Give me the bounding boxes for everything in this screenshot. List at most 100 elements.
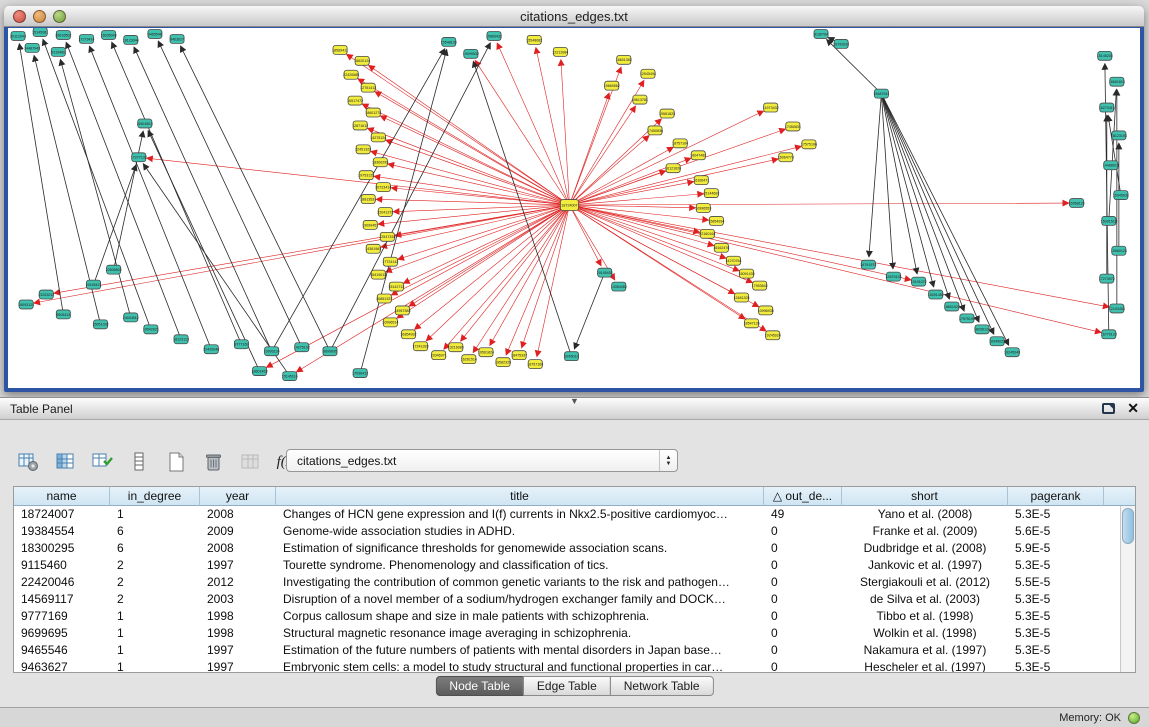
- graph-edge: [426, 205, 569, 341]
- graph-node-label: 18601453: [252, 370, 268, 374]
- table-cell: Wolkin et al. (1998): [842, 625, 1008, 642]
- table-cell: 9777169: [14, 608, 110, 625]
- row-height-icon[interactable]: [127, 450, 151, 474]
- network-select-value: citations_edges.txt: [287, 454, 659, 468]
- graph-edge: [569, 182, 693, 205]
- graph-node-label: 15945032: [1113, 193, 1129, 197]
- column-header-title[interactable]: title: [276, 487, 764, 506]
- column-header-pagerank[interactable]: pagerank: [1008, 487, 1104, 506]
- graph-node-label: 15093124: [18, 303, 34, 307]
- graph-edge: [369, 65, 570, 205]
- graph-node-label: 15548082: [526, 38, 542, 42]
- graph-edge: [881, 94, 978, 322]
- graph-node-label: 20851337: [376, 297, 392, 301]
- table-settings-icon[interactable]: [16, 450, 40, 474]
- graph-edge: [574, 273, 604, 349]
- graph-node-label: 16791973: [860, 263, 876, 267]
- graph-node-label: 16792032: [833, 42, 849, 46]
- tab-network-table[interactable]: Network Table: [610, 676, 714, 696]
- table-cell: Corpus callosum shape and size in male p…: [276, 608, 764, 625]
- table-cell: Embryonic stem cells: a model to study s…: [276, 659, 764, 673]
- graph-node-label: 12879133: [885, 275, 901, 279]
- graph-node-label: 12213984: [552, 50, 568, 54]
- column-header-short[interactable]: short: [842, 487, 1008, 506]
- table-cell: 1997: [200, 557, 276, 574]
- table-cell: 1998: [200, 608, 276, 625]
- table-cell: 5.5E-5: [1008, 574, 1104, 591]
- select-columns-icon[interactable]: [53, 450, 77, 474]
- new-table-icon[interactable]: [164, 450, 188, 474]
- table-row[interactable]: 946362711997Embryonic stem cells: a mode…: [14, 659, 1135, 673]
- window-title: citations_edges.txt: [520, 9, 628, 24]
- table-cell: Estimation of significance thresholds fo…: [276, 540, 764, 557]
- column-header-out_de[interactable]: △ out_de...: [764, 487, 842, 506]
- table-row[interactable]: 1830029562008Estimation of significance …: [14, 540, 1135, 557]
- table-row[interactable]: 946554611997Estimation of the future num…: [14, 642, 1135, 659]
- table-row[interactable]: 2242004622012Investigating the contribut…: [14, 574, 1135, 591]
- graph-node-label: 15145203: [1097, 54, 1113, 58]
- table-cell: Tourette syndrome. Phenomenology and cla…: [276, 557, 764, 574]
- graph-node-label: 8130704: [814, 32, 828, 36]
- graph-node-label: 9463627: [170, 37, 184, 41]
- window-titlebar[interactable]: citations_edges.txt: [4, 6, 1144, 27]
- graph-edge: [569, 146, 801, 205]
- table-cell: 0: [764, 523, 842, 540]
- table-cell: 19384554: [14, 523, 110, 540]
- table-cell: Franke et al. (2009): [842, 523, 1008, 540]
- column-header-name[interactable]: name: [14, 487, 110, 506]
- graph-node-label: 19191072: [911, 280, 927, 284]
- close-window-button[interactable]: [13, 10, 26, 23]
- zoom-window-button[interactable]: [53, 10, 66, 23]
- graph-edge: [386, 205, 570, 272]
- minimize-window-button[interactable]: [33, 10, 46, 23]
- table-cell: 9465546: [14, 642, 110, 659]
- graph-node-label: 17273414: [78, 37, 94, 41]
- table-cell: 5.3E-5: [1008, 557, 1104, 574]
- graph-edge: [569, 205, 713, 246]
- network-graph-canvas[interactable]: 1872400718589411166201242242068512751413…: [8, 28, 1140, 388]
- graph-node-label: 14488013: [1103, 164, 1119, 168]
- table-row[interactable]: 977716911998Corpus callosum shape and si…: [14, 608, 1135, 625]
- tab-edge-table[interactable]: Edge Table: [523, 676, 611, 696]
- graph-edge: [54, 205, 569, 293]
- graph-node-label: 16035043: [101, 33, 117, 37]
- graph-node-label: 18475337: [511, 354, 527, 358]
- graph-node-label: 20112043: [10, 34, 26, 38]
- table-panel-header: ▼ Table Panel ✕: [0, 397, 1149, 420]
- graph-node-label: 18724007: [561, 203, 577, 207]
- table-cell: 2: [110, 574, 200, 591]
- column-header-year[interactable]: year: [200, 487, 276, 506]
- graph-node-label: 13216083: [448, 346, 464, 350]
- graph-node-label: 17575192: [959, 317, 975, 321]
- graph-edge: [66, 42, 181, 339]
- scrollbar-thumb[interactable]: [1122, 508, 1134, 544]
- table-row[interactable]: 1872400712008Changes of HCN gene express…: [14, 506, 1135, 523]
- table-cell: Yano et al. (2008): [842, 506, 1008, 523]
- delete-table-icon[interactable]: [201, 450, 225, 474]
- graph-node-label: 16419013: [370, 273, 386, 277]
- graph-node-label: 18601362: [616, 58, 632, 62]
- graph-edge: [569, 111, 763, 205]
- table-row[interactable]: 1938455462009Genome-wide association stu…: [14, 523, 1135, 540]
- table-cell: 0: [764, 557, 842, 574]
- table-row[interactable]: 911546021997Tourette syndrome. Phenomeno…: [14, 557, 1135, 574]
- table-row[interactable]: 969969511998Structural magnetic resonanc…: [14, 625, 1135, 642]
- graph-node-label: 10996935: [758, 309, 774, 313]
- network-select-dropdown[interactable]: citations_edges.txt ▲▼: [286, 449, 678, 472]
- table-cell: 1: [110, 642, 200, 659]
- column-header-in_degree[interactable]: in_degree: [110, 487, 200, 506]
- dropdown-arrows-icon: ▲▼: [659, 450, 677, 471]
- tab-node-table[interactable]: Node Table: [435, 676, 524, 696]
- float-panel-icon[interactable]: [1102, 403, 1115, 414]
- edit-table-icon[interactable]: [90, 450, 114, 474]
- table-row[interactable]: 1456911722003Disruption of a novel membe…: [14, 591, 1135, 608]
- graph-node-label: 12871612: [352, 124, 368, 128]
- graph-node-label: 10996553: [695, 206, 711, 210]
- graph-node-label: 10660124: [1111, 249, 1127, 253]
- table-cell: Investigating the contribution of common…: [276, 574, 764, 591]
- graph-node-label: 12545494: [640, 72, 656, 76]
- close-panel-icon[interactable]: ✕: [1127, 401, 1139, 415]
- graph-edge: [881, 94, 917, 274]
- splitter-handle[interactable]: ▼: [570, 397, 579, 405]
- table-scrollbar[interactable]: [1120, 506, 1135, 672]
